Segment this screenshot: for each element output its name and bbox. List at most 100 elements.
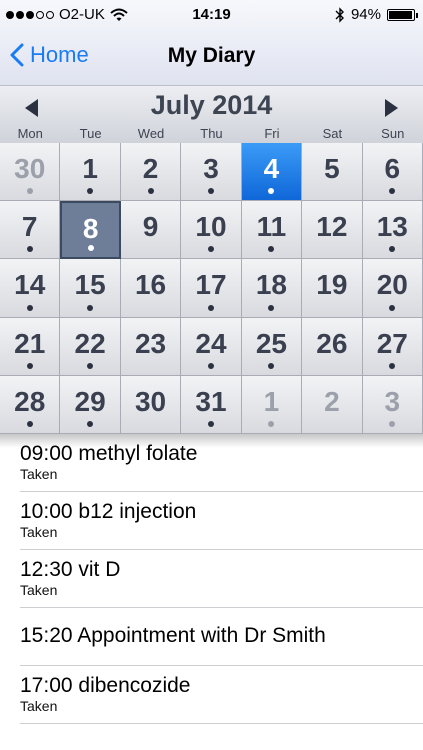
calendar-day[interactable]: 16 <box>120 259 182 318</box>
calendar-day[interactable]: 13 <box>362 201 423 260</box>
event-title: 09:00 methyl folate <box>20 442 198 465</box>
bluetooth-icon <box>335 6 344 23</box>
day-number: 5 <box>324 153 340 184</box>
event-indicator-dot <box>389 304 396 311</box>
calendar-day[interactable]: 23 <box>120 317 182 376</box>
calendar-day-today[interactable]: 4 <box>241 143 303 202</box>
day-number: 21 <box>14 327 46 359</box>
calendar-day[interactable]: 30 <box>0 143 61 202</box>
calendar-day[interactable]: 31 <box>181 375 242 434</box>
day-number: 29 <box>74 385 106 417</box>
calendar-day[interactable]: 3 <box>362 375 423 434</box>
calendar-day[interactable]: 28 <box>0 375 61 434</box>
calendar-day[interactable]: 3 <box>181 143 242 202</box>
calendar-day[interactable]: 19 <box>302 259 363 318</box>
battery-icon <box>387 8 418 21</box>
calendar-day[interactable]: 2 <box>120 143 182 202</box>
calendar-day[interactable]: 5 <box>302 143 363 202</box>
weekday-label: Wed <box>137 126 165 141</box>
event-row[interactable]: 09:00 methyl folate Taken <box>20 434 423 492</box>
calendar-day[interactable]: 22 <box>60 317 121 376</box>
day-number: 11 <box>256 211 287 243</box>
day-number: 27 <box>376 327 408 359</box>
calendar-day[interactable]: 26 <box>302 317 363 376</box>
day-number: 22 <box>74 327 106 359</box>
calendar-day[interactable]: 18 <box>241 259 303 318</box>
weekday-label: Sun <box>381 126 405 141</box>
day-number: 23 <box>134 327 167 359</box>
calendar-day[interactable]: 1 <box>60 143 121 202</box>
weekday-label: Sat <box>322 126 343 141</box>
calendar-day[interactable]: 6 <box>362 143 423 202</box>
calendar-day[interactable]: 12 <box>302 201 363 260</box>
battery-fill <box>389 10 412 19</box>
day-number: 25 <box>255 327 287 359</box>
event-row[interactable]: 10:00 b12 injection Taken <box>20 492 423 550</box>
day-number: 2 <box>324 385 340 417</box>
calendar-grid: 30 1 2 3 4 5 6 7 8 9 10 11 12 13 14 15 16 17 18 19 20 21 22 23 2… <box>0 143 423 434</box>
event-status: Taken <box>20 524 58 540</box>
event-row[interactable]: 15:20 Appointment with Dr Smith <box>20 608 423 666</box>
day-number: 3 <box>384 385 401 417</box>
calendar-day[interactable]: 10 <box>181 201 242 260</box>
calendar-day[interactable]: 15 <box>60 259 121 318</box>
calendar-day[interactable]: 14 <box>0 259 61 318</box>
event-indicator-dot <box>147 188 154 195</box>
battery-percent: 94% <box>350 6 381 23</box>
calendar-day[interactable]: 20 <box>362 259 423 318</box>
calendar-day[interactable]: 1 <box>241 375 303 434</box>
day-number: 3 <box>203 153 219 184</box>
day-number: 15 <box>74 269 106 301</box>
day-number: 13 <box>376 211 408 243</box>
event-indicator-dot <box>26 421 33 427</box>
calendar-day[interactable]: 21 <box>0 317 61 376</box>
event-indicator-dot <box>207 421 214 427</box>
event-indicator-dot <box>26 304 33 311</box>
event-title: 17:00 dibencozide <box>20 674 191 697</box>
calendar-day[interactable]: 11 <box>241 201 303 260</box>
day-number: 20 <box>376 269 408 301</box>
day-number: 31 <box>195 385 227 417</box>
page-title: My Diary <box>167 44 256 67</box>
status-bar: O2-UK 14:19 94% <box>0 0 423 30</box>
day-number: 24 <box>195 327 227 359</box>
event-indicator-dot <box>207 304 214 311</box>
event-status: Taken <box>20 466 58 482</box>
battery-group: 94% <box>335 6 418 23</box>
event-list: 09:00 methyl folate Taken 10:00 b12 inject… <box>0 434 423 724</box>
day-number: 10 <box>195 211 227 243</box>
calendar-day[interactable]: 30 <box>120 375 182 434</box>
day-number: 4 <box>263 153 280 184</box>
calendar-day[interactable]: 25 <box>241 317 303 376</box>
day-number: 1 <box>263 385 280 417</box>
day-number: 17 <box>195 269 227 301</box>
day-number: 7 <box>21 211 38 243</box>
event-indicator-dot <box>87 362 94 369</box>
calendar-header: July 2014 Mon Tue Wed Thu Fri Sat Sun <box>0 86 423 144</box>
day-number: 12 <box>316 211 348 243</box>
event-title: 12:30 vit D <box>20 558 121 581</box>
calendar-day[interactable]: 7 <box>0 201 61 260</box>
next-month-button[interactable] <box>379 96 403 120</box>
calendar-day[interactable]: 2 <box>302 375 363 434</box>
top-bar: O2-UK 14:19 94% Home My Diary <box>0 0 423 86</box>
day-number: 28 <box>14 385 46 417</box>
weekday-row: Mon Tue Wed Thu Fri Sat Sun <box>0 126 423 141</box>
calendar-day[interactable]: 17 <box>181 259 242 318</box>
event-row[interactable]: 12:30 vit D Taken <box>20 550 423 608</box>
event-indicator-dot <box>207 362 214 369</box>
calendar-day[interactable]: 29 <box>60 375 121 434</box>
event-indicator-dot <box>26 362 33 369</box>
calendar-day[interactable]: 27 <box>362 317 423 376</box>
event-status: Taken <box>20 582 58 598</box>
event-row[interactable]: 17:00 dibencozide Taken <box>20 666 423 724</box>
event-indicator-dot <box>26 188 33 195</box>
calendar-day-selected[interactable]: 8 <box>60 201 121 260</box>
day-number: 2 <box>142 153 159 184</box>
event-title: 10:00 b12 injection <box>20 500 197 523</box>
day-number: 19 <box>316 269 348 301</box>
calendar-day[interactable]: 24 <box>181 317 242 376</box>
calendar-day[interactable]: 9 <box>120 201 182 260</box>
weekday-label: Fri <box>264 126 280 141</box>
event-indicator-dot <box>87 304 94 311</box>
